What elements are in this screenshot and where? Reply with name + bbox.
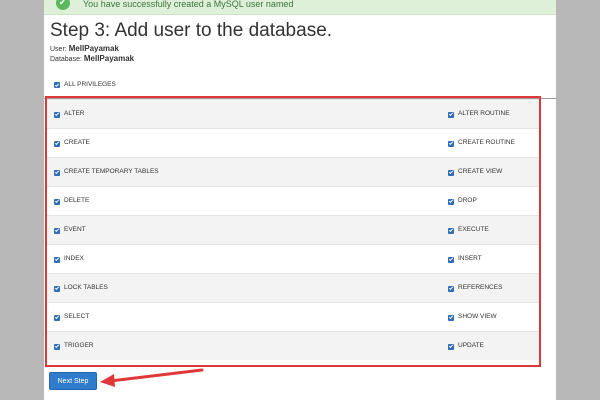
privilege-create[interactable]: CREATE bbox=[54, 129, 90, 158]
user-label: User: bbox=[50, 46, 67, 53]
database-value: MellPayamak bbox=[83, 54, 135, 63]
privilege-alter[interactable]: ALTER bbox=[54, 100, 84, 129]
success-banner: ✓ You have successfully created a MySQL … bbox=[44, 0, 556, 15]
database-label: Database: bbox=[50, 56, 82, 63]
privilege-checkbox[interactable] bbox=[54, 256, 60, 263]
privilege-insert[interactable]: INSERT bbox=[448, 245, 482, 274]
privilege-label: INSERT bbox=[458, 255, 482, 263]
privilege-event[interactable]: EVENT bbox=[54, 216, 86, 245]
privilege-label: CREATE VIEW bbox=[458, 168, 503, 176]
table-row: TRIGGER UPDATE bbox=[46, 331, 540, 360]
privilege-show-view[interactable]: SHOW VIEW bbox=[448, 303, 497, 332]
privilege-checkbox[interactable] bbox=[448, 140, 454, 147]
privilege-label: LOCK TABLES bbox=[64, 284, 108, 292]
privilege-update[interactable]: UPDATE bbox=[448, 332, 484, 361]
privilege-create-routine[interactable]: CREATE ROUTINE bbox=[448, 129, 515, 158]
privilege-checkbox[interactable] bbox=[448, 343, 454, 350]
table-row: LOCK TABLES REFERENCES bbox=[46, 273, 540, 302]
privilege-checkbox[interactable] bbox=[54, 198, 60, 205]
all-privileges-label: ALL PRIVILEGES bbox=[64, 80, 116, 88]
table-row: CREATE TEMPORARY TABLES CREATE VIEW bbox=[46, 157, 540, 186]
privilege-checkbox[interactable] bbox=[54, 111, 60, 118]
success-message: You have successfully created a MySQL us… bbox=[83, 0, 294, 9]
user-info: User: MellPayamak bbox=[50, 44, 119, 54]
page-title: Step 3: Add user to the database. bbox=[50, 20, 333, 41]
all-privileges-checkbox[interactable] bbox=[54, 82, 60, 88]
privilege-index[interactable]: INDEX bbox=[54, 245, 84, 274]
privilege-label: INDEX bbox=[64, 255, 84, 263]
privilege-alter-routine[interactable]: ALTER ROUTINE bbox=[448, 100, 510, 129]
privilege-label: CREATE ROUTINE bbox=[458, 139, 515, 147]
privilege-checkbox[interactable] bbox=[54, 227, 60, 234]
privilege-delete[interactable]: DELETE bbox=[54, 187, 89, 216]
database-info: Database: MellPayamak bbox=[50, 54, 135, 64]
user-value: MellPayamak bbox=[68, 44, 119, 53]
privilege-label: DROP bbox=[458, 197, 477, 205]
privilege-label: ALTER ROUTINE bbox=[458, 110, 510, 118]
privilege-label: REFERENCES bbox=[458, 284, 503, 292]
privilege-label: UPDATE bbox=[458, 342, 484, 350]
privilege-checkbox[interactable] bbox=[54, 169, 60, 176]
privilege-create-temporary-tables[interactable]: CREATE TEMPORARY TABLES bbox=[54, 158, 159, 187]
privilege-checkbox[interactable] bbox=[448, 314, 454, 321]
privilege-label: CREATE bbox=[64, 139, 90, 147]
privilege-execute[interactable]: EXECUTE bbox=[448, 216, 489, 245]
privilege-select[interactable]: SELECT bbox=[54, 303, 89, 332]
privilege-checkbox[interactable] bbox=[54, 140, 60, 147]
privilege-label: CREATE TEMPORARY TABLES bbox=[64, 168, 159, 176]
all-privileges-option[interactable]: ALL PRIVILEGES bbox=[54, 80, 116, 90]
privilege-label: EXECUTE bbox=[458, 226, 489, 234]
privilege-checkbox[interactable] bbox=[448, 285, 454, 292]
check-circle-icon: ✓ bbox=[56, 0, 70, 10]
privilege-lock-tables[interactable]: LOCK TABLES bbox=[54, 274, 108, 303]
privilege-label: DELETE bbox=[64, 197, 90, 205]
table-row: ALTER ALTER ROUTINE bbox=[46, 99, 540, 128]
privilege-label: SHOW VIEW bbox=[458, 313, 497, 321]
table-row: DELETE DROP bbox=[46, 186, 540, 215]
privilege-checkbox[interactable] bbox=[448, 111, 454, 118]
privileges-table: ALTER ALTER ROUTINE CREATE CREATE ROUTIN… bbox=[46, 99, 540, 363]
table-row: SELECT SHOW VIEW bbox=[46, 302, 540, 331]
privilege-trigger[interactable]: TRIGGER bbox=[54, 332, 94, 361]
privilege-label: TRIGGER bbox=[64, 342, 94, 350]
privilege-drop[interactable]: DROP bbox=[448, 187, 477, 216]
privilege-references[interactable]: REFERENCES bbox=[448, 274, 502, 303]
privilege-checkbox[interactable] bbox=[54, 343, 60, 350]
privilege-label: EVENT bbox=[64, 226, 86, 234]
privilege-create-view[interactable]: CREATE VIEW bbox=[448, 158, 502, 187]
privilege-checkbox[interactable] bbox=[54, 285, 60, 292]
privilege-label: ALTER bbox=[64, 110, 85, 118]
privilege-checkbox[interactable] bbox=[54, 314, 60, 321]
table-row: EVENT EXECUTE bbox=[46, 215, 540, 244]
table-row: CREATE CREATE ROUTINE bbox=[46, 128, 540, 157]
table-row: INDEX INSERT bbox=[46, 244, 540, 273]
privilege-label: SELECT bbox=[64, 313, 90, 321]
next-step-button[interactable]: Next Step bbox=[49, 372, 97, 390]
privilege-checkbox[interactable] bbox=[448, 256, 454, 263]
red-arrow-icon bbox=[100, 368, 204, 387]
privilege-checkbox[interactable] bbox=[448, 169, 454, 176]
privilege-checkbox[interactable] bbox=[448, 227, 454, 234]
content-panel: ✓ You have successfully created a MySQL … bbox=[44, 0, 556, 400]
privilege-checkbox[interactable] bbox=[448, 198, 454, 205]
